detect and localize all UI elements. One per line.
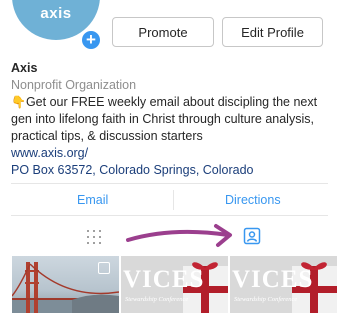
photo-overlay-subtitle: Stewardship Conference: [125, 296, 189, 303]
action-separator: [173, 190, 174, 210]
avatar-text: axis: [40, 5, 72, 22]
photo-thumbnail[interactable]: [12, 256, 119, 313]
grid-icon[interactable]: [86, 229, 102, 245]
photo-overlay-subtitle: Stewardship Conference: [234, 296, 298, 303]
profile-name: Axis: [11, 61, 38, 75]
address-link[interactable]: PO Box 63572, Colorado Springs, Colorado: [11, 162, 337, 179]
bio-section: Axis Nonprofit Organization 👇Get our FRE…: [11, 60, 337, 179]
photo-thumbnail[interactable]: VICES Stewardship Conference: [121, 256, 228, 313]
email-button[interactable]: Email: [77, 193, 108, 207]
edit-profile-button[interactable]: Edit Profile: [222, 17, 323, 47]
photo-thumbnail[interactable]: VICES Stewardship Conference: [230, 256, 337, 313]
photo-overlay-title: VICES: [232, 266, 314, 293]
divider: [11, 183, 328, 184]
website-link[interactable]: www.axis.org/: [11, 145, 337, 162]
add-story-plus-icon[interactable]: +: [80, 29, 102, 51]
purple-arrow-annotation: [126, 224, 232, 247]
profile-category: Nonprofit Organization: [11, 78, 137, 92]
promote-button[interactable]: Promote: [112, 17, 214, 47]
divider: [11, 215, 328, 216]
directions-button[interactable]: Directions: [225, 193, 281, 207]
tagged-person-icon[interactable]: [243, 227, 261, 245]
pointing-down-hand-icon: 👇: [11, 95, 26, 109]
photo-grid: VICES Stewardship Conference VICES Stewa…: [12, 256, 339, 313]
select-checkbox[interactable]: [98, 262, 110, 274]
bio-description: Get our FREE weekly email about discipli…: [11, 95, 318, 143]
photo-overlay-title: VICES: [123, 266, 205, 293]
bio-text: 👇Get our FREE weekly email about discipl…: [11, 94, 337, 145]
